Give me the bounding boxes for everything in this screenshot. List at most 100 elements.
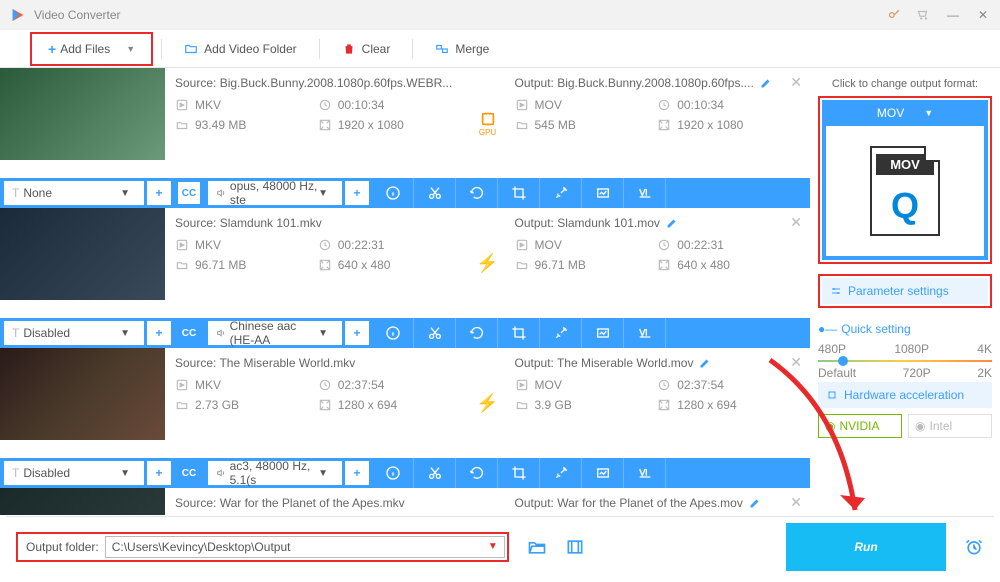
control-bar: TDisabled▼+CCac3, 48000 Hz, 5.1(s▼+	[0, 458, 810, 488]
folder-plus-icon	[184, 42, 198, 56]
add-files-label: Add Files	[60, 42, 110, 56]
main: Source: Big.Buck.Bunny.2008.1080p.60fps.…	[0, 68, 1000, 515]
highlight-add-files: + Add Files ▼	[30, 32, 153, 66]
slider-thumb[interactable]	[838, 356, 848, 366]
chevron-down-icon: ▼	[488, 541, 498, 552]
format-title: Click to change output format:	[818, 78, 992, 90]
format-stat: MKV	[175, 238, 318, 252]
film-icon[interactable]	[565, 537, 585, 557]
add-subtitle-button[interactable]: +	[147, 461, 171, 485]
sidebar: Click to change output format: MOV▼ MOV …	[810, 68, 1000, 515]
video-thumbnail[interactable]	[0, 208, 165, 300]
add-subtitle-button[interactable]: +	[147, 321, 171, 345]
subtitle-select[interactable]: TDisabled▼	[4, 321, 144, 345]
merge-button[interactable]: Merge	[421, 36, 503, 62]
output-label: Output: War for the Planet of the Apes.m…	[515, 496, 801, 510]
control-bar: TDisabled▼+CCChinese aac (HE-AA▼+	[0, 318, 810, 348]
audio-select[interactable]: Chinese aac (HE-AA▼	[208, 321, 342, 345]
effect-icon[interactable]	[540, 458, 582, 488]
footer: Output folder: C:\Users\Kevincy\Desktop\…	[6, 516, 994, 576]
duration-stat: 02:37:54	[318, 378, 461, 392]
highlight-parameter: Parameter settings	[818, 274, 992, 308]
chevron-down-icon: ▼	[924, 108, 933, 118]
source-column: Source: Big.Buck.Bunny.2008.1080p.60fps.…	[165, 68, 471, 178]
format-selector[interactable]: MOV▼ MOV Q	[822, 100, 988, 260]
watermark-icon[interactable]	[582, 458, 624, 488]
source-column: Source: The Miserable World.mkvMKV02:37:…	[165, 348, 471, 458]
video-thumbnail[interactable]	[0, 68, 165, 160]
add-files-button[interactable]: + Add Files ▼	[34, 36, 149, 62]
cc-button[interactable]: CC	[177, 181, 201, 205]
video-thumbnail[interactable]	[0, 348, 165, 440]
subtitle-icon[interactable]	[624, 318, 666, 348]
conversion-icon	[471, 488, 505, 515]
pencil-icon[interactable]	[749, 497, 761, 509]
effect-icon[interactable]	[540, 178, 582, 208]
info-icon[interactable]	[372, 458, 414, 488]
hardware-accel-button[interactable]: Hardware acceleration	[818, 382, 992, 408]
subtitle-icon[interactable]	[624, 178, 666, 208]
info-icon[interactable]	[372, 178, 414, 208]
minimize-button[interactable]: —	[946, 8, 960, 22]
size-stat: 2.73 GB	[175, 398, 318, 412]
app-title: Video Converter	[34, 8, 121, 22]
size-stat: 93.49 MB	[175, 118, 318, 132]
pencil-icon[interactable]	[666, 217, 678, 229]
output-folder-input[interactable]: C:\Users\Kevincy\Desktop\Output ▼	[105, 536, 505, 558]
crop-icon[interactable]	[498, 178, 540, 208]
cc-button[interactable]: CC	[177, 321, 201, 345]
audio-select[interactable]: ac3, 48000 Hz, 5.1(s▼	[208, 461, 342, 485]
run-button[interactable]: Run	[786, 523, 946, 571]
cc-button[interactable]: CC	[177, 461, 201, 485]
source-label: Source: The Miserable World.mkv	[175, 356, 461, 370]
titlebar: Video Converter — ✕	[0, 0, 1000, 30]
cut-icon[interactable]	[414, 318, 456, 348]
output-column: ✕Output: Slamdunk 101.movMOV00:22:3196.7…	[505, 208, 811, 318]
cut-icon[interactable]	[414, 178, 456, 208]
effect-icon[interactable]	[540, 318, 582, 348]
add-audio-button[interactable]: +	[345, 181, 369, 205]
output-label: Output: Big.Buck.Bunny.2008.1080p.60fps.…	[515, 76, 801, 90]
resolution-stat: 640 x 480	[318, 258, 461, 272]
crop-icon[interactable]	[498, 458, 540, 488]
audio-select[interactable]: opus, 48000 Hz, ste▼	[208, 181, 342, 205]
rotate-icon[interactable]	[456, 318, 498, 348]
resolution-stat: 1280 x 694	[318, 398, 461, 412]
crop-icon[interactable]	[498, 318, 540, 348]
output-column: ✕Output: The Miserable World.movMOV02:37…	[505, 348, 811, 458]
video-thumbnail[interactable]	[0, 488, 165, 515]
cut-icon[interactable]	[414, 458, 456, 488]
pencil-icon[interactable]	[760, 77, 772, 89]
rotate-icon[interactable]	[456, 458, 498, 488]
output-column: ✕Output: War for the Planet of the Apes.…	[505, 488, 811, 515]
subtitle-select[interactable]: TDisabled▼	[4, 461, 144, 485]
watermark-icon[interactable]	[582, 178, 624, 208]
duration-stat: 00:10:34	[318, 98, 461, 112]
quality-slider[interactable]: 480P1080P4K Default720P2K	[818, 342, 992, 372]
add-audio-button[interactable]: +	[345, 321, 369, 345]
subtitle-select[interactable]: TNone▼	[4, 181, 144, 205]
key-icon[interactable]	[886, 8, 900, 22]
add-audio-button[interactable]: +	[345, 461, 369, 485]
add-folder-button[interactable]: Add Video Folder	[170, 36, 311, 62]
cart-icon[interactable]	[916, 8, 930, 22]
close-button[interactable]: ✕	[976, 8, 990, 22]
sliders-icon	[830, 285, 842, 297]
rotate-icon[interactable]	[456, 178, 498, 208]
pencil-icon[interactable]	[699, 357, 711, 369]
clear-button[interactable]: Clear	[328, 36, 405, 62]
parameter-settings-button[interactable]: Parameter settings	[822, 278, 988, 304]
source-column: Source: Slamdunk 101.mkvMKV00:22:3196.71…	[165, 208, 471, 318]
info-icon[interactable]	[372, 318, 414, 348]
control-bar: TNone▼+CCopus, 48000 Hz, ste▼+	[0, 178, 810, 208]
alarm-icon[interactable]	[964, 537, 984, 557]
chip-icon	[826, 389, 838, 401]
add-subtitle-button[interactable]: +	[147, 181, 171, 205]
subtitle-icon[interactable]	[624, 458, 666, 488]
file-list: Source: Big.Buck.Bunny.2008.1080p.60fps.…	[0, 68, 810, 515]
watermark-icon[interactable]	[582, 318, 624, 348]
file-row: Source: War for the Planet of the Apes.m…	[0, 488, 810, 515]
open-folder-icon[interactable]	[527, 537, 547, 557]
highlight-format: MOV▼ MOV Q	[818, 96, 992, 264]
conversion-icon: GPU	[471, 68, 505, 178]
